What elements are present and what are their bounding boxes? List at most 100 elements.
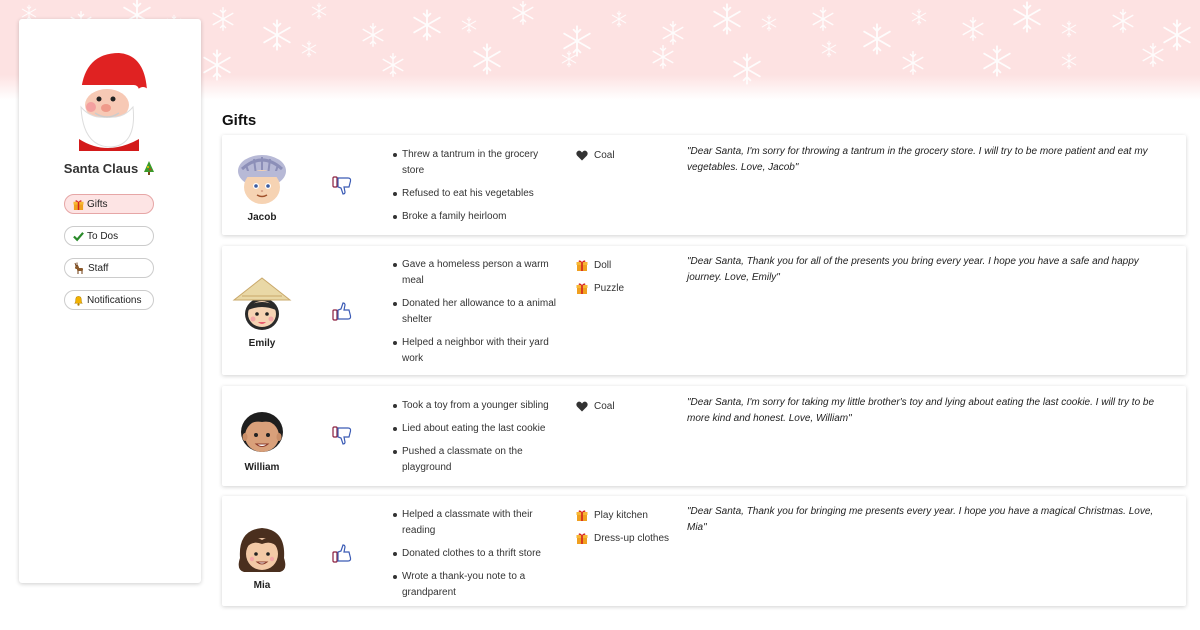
- gift-item: Coal: [576, 147, 686, 163]
- gift-label: Play kitchen: [594, 509, 648, 521]
- child-card-jacob: Jacob Threw a tantrum in the grocery sto…: [222, 135, 1186, 235]
- child-avatar-mia: [238, 528, 286, 572]
- snowflake-icon: [362, 23, 384, 47]
- child-name: Mia: [253, 580, 271, 591]
- snowflake-icon: [1061, 20, 1077, 38]
- child-card-mia: Mia Helped a classmate with their readin…: [222, 496, 1186, 606]
- heart-icon: [576, 401, 588, 411]
- nav-staff-button[interactable]: Staff: [64, 258, 154, 278]
- snowflake-icon: [902, 51, 924, 75]
- nav-todos-button[interactable]: To Dos: [64, 226, 154, 246]
- check-icon: [73, 231, 84, 242]
- deeds-list: Threw a tantrum in the grocery store Ref…: [392, 147, 562, 232]
- deed-item: Took a toy from a younger sibling: [392, 398, 562, 414]
- reindeer-icon: [73, 262, 85, 274]
- page-title: Gifts: [222, 112, 257, 129]
- gift-item: Doll: [576, 257, 686, 273]
- thumbs-down-icon[interactable]: [332, 426, 354, 446]
- snowflake-icon: [983, 45, 1011, 77]
- gift-icon: [576, 533, 588, 544]
- gift-label: Doll: [594, 259, 612, 271]
- child-name: Emily: [248, 338, 276, 349]
- nav-staff-label: Staff: [88, 262, 109, 274]
- snowflake-icon: [611, 10, 627, 28]
- snowflake-icon: [413, 9, 441, 41]
- gift-list: Doll Puzzle: [576, 257, 686, 303]
- deed-item: Broke a family heirloom: [392, 209, 562, 225]
- heart-icon: [576, 150, 588, 160]
- child-card-emily: Emily Gave a homeless person a warm meal…: [222, 246, 1186, 375]
- deed-item: Donated her allowance to a animal shelte…: [392, 296, 562, 328]
- nav-todos-label: To Dos: [87, 230, 119, 242]
- deed-item: Refused to eat his vegetables: [392, 186, 562, 202]
- snowflake-icon: [561, 50, 577, 68]
- snowflake-icon: [382, 53, 404, 77]
- snowflake-icon: [821, 40, 837, 58]
- gift-icon: [576, 260, 588, 271]
- santa-letter: "Dear Santa, I'm sorry for taking my lit…: [687, 397, 1155, 424]
- snowflake-icon: [662, 21, 684, 45]
- snowflake-icon: [301, 40, 317, 58]
- thumbs-down-icon[interactable]: [332, 176, 354, 196]
- snowflake-icon: [863, 23, 891, 55]
- deed-item: Helped a neighbor with their yard work: [392, 335, 562, 367]
- bell-icon: [73, 295, 84, 306]
- snowflake-icon: [812, 7, 834, 31]
- deed-item: Gave a homeless person a warm meal: [392, 257, 562, 289]
- snowflake-icon: [962, 17, 984, 41]
- child-name: William: [244, 462, 280, 473]
- deed-item: Lied about eating the last cookie: [392, 421, 562, 437]
- snowflake-icon: [1013, 1, 1041, 33]
- christmas-tree-icon: [144, 161, 155, 175]
- snowflake-icon: [911, 8, 927, 26]
- gift-item: Dress-up clothes: [576, 530, 686, 546]
- nav-gifts-label: Gifts: [87, 198, 108, 210]
- gift-label: Coal: [594, 400, 615, 412]
- deeds-list: Gave a homeless person a warm meal Donat…: [392, 257, 562, 374]
- gift-item: Play kitchen: [576, 507, 686, 523]
- snowflake-icon: [212, 7, 234, 31]
- deeds-list: Helped a classmate with their reading Do…: [392, 507, 562, 608]
- snowflake-icon: [1061, 52, 1077, 70]
- gift-item: Puzzle: [576, 280, 686, 296]
- profile-name: Santa Claus: [19, 161, 201, 176]
- thumbs-up-icon[interactable]: [332, 543, 354, 563]
- gift-list: Coal: [576, 147, 686, 170]
- deed-item: Wrote a thank-you note to a grandparent: [392, 569, 562, 601]
- nav-notifications-button[interactable]: Notifications: [64, 290, 154, 310]
- profile-name-text: Santa Claus: [63, 161, 139, 176]
- snowflake-icon: [473, 43, 501, 75]
- gift-icon: [73, 199, 84, 210]
- child-avatar-jacob: [238, 155, 286, 204]
- santa-avatar: [77, 53, 149, 151]
- gift-item: Coal: [576, 398, 686, 414]
- snowflake-icon: [733, 53, 761, 85]
- gift-label: Puzzle: [594, 282, 625, 294]
- child-name: Jacob: [247, 212, 277, 223]
- gift-label: Dress-up clothes: [594, 532, 670, 544]
- santa-letter: "Dear Santa, Thank you for all of the pr…: [687, 256, 1139, 283]
- gift-label: Coal: [594, 149, 615, 161]
- nav-gifts-button[interactable]: Gifts: [64, 194, 154, 214]
- deed-item: Donated clothes to a thrift store: [392, 546, 562, 562]
- child-card-william: William Took a toy from a younger siblin…: [222, 386, 1186, 486]
- snowflake-icon: [203, 49, 231, 81]
- santa-letter: "Dear Santa, Thank you for bringing me p…: [687, 506, 1154, 533]
- nav-notifications-label: Notifications: [87, 294, 142, 306]
- deed-item: Threw a tantrum in the grocery store: [392, 147, 562, 179]
- snowflake-icon: [1112, 9, 1134, 33]
- snowflake-icon: [311, 2, 327, 20]
- snowflake-icon: [761, 14, 777, 32]
- sidebar: Santa Claus Gifts To Dos Staff Notificat…: [19, 19, 201, 583]
- thumbs-up-icon[interactable]: [332, 301, 354, 321]
- snowflake-icon: [1142, 43, 1164, 67]
- deed-item: Helped a classmate with their reading: [392, 507, 562, 539]
- snowflake-icon: [461, 16, 477, 34]
- deed-item: Pushed a classmate on the playground: [392, 444, 562, 476]
- gift-icon: [576, 283, 588, 294]
- snowflake-icon: [713, 3, 741, 35]
- snowflake-icon: [263, 19, 291, 51]
- gift-list: Coal: [576, 398, 686, 421]
- gift-list: Play kitchen Dress-up clothes: [576, 507, 686, 553]
- gift-icon: [576, 510, 588, 521]
